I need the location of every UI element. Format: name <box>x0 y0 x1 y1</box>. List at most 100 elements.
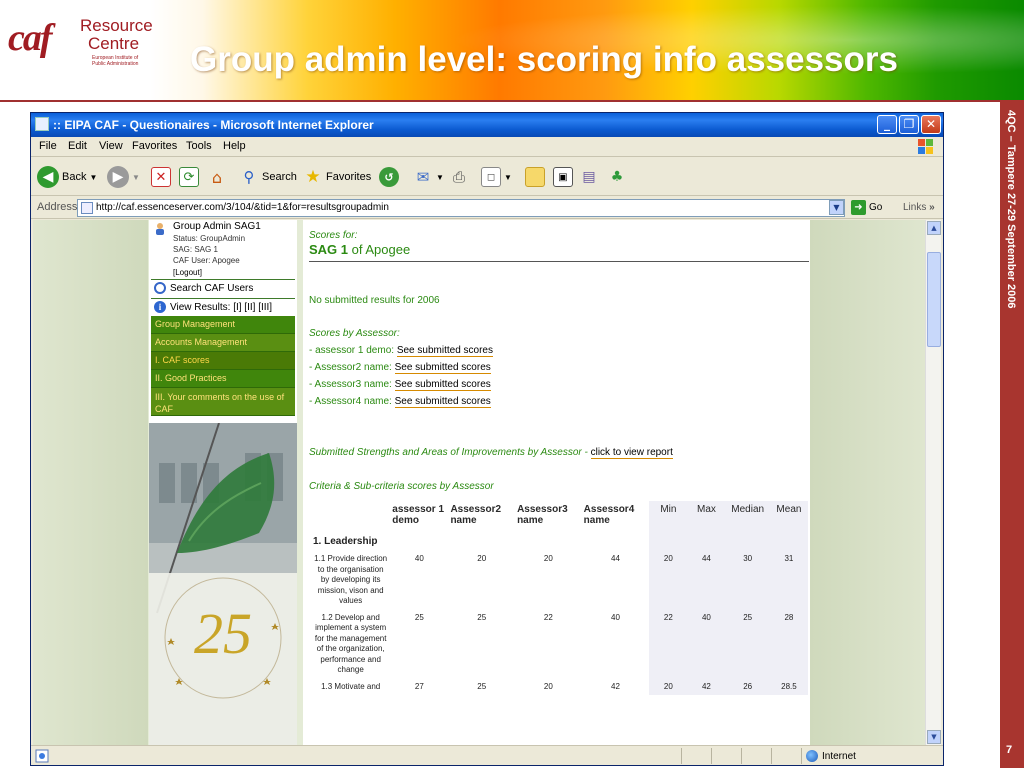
research-button[interactable]: ▣ <box>553 165 573 189</box>
column-header: Min <box>649 501 688 529</box>
page-icon <box>81 202 93 214</box>
menu-tools[interactable]: Tools <box>186 140 212 152</box>
menu-edit[interactable]: Edit <box>68 140 87 152</box>
scroll-up-icon[interactable]: ▲ <box>927 221 941 235</box>
windows-logo-icon <box>918 139 933 154</box>
menu-help[interactable]: Help <box>223 140 246 152</box>
assessor-row: - Assessor2 name: See submitted scores <box>309 362 491 374</box>
menu-comments-caf[interactable]: III. Your comments on the use of CAF <box>151 388 295 416</box>
cell <box>769 529 808 551</box>
slide: caf Resource Centre European Institute o… <box>0 0 1024 768</box>
view-results-links[interactable]: [I] [II] [III] <box>233 302 272 313</box>
edit-button[interactable]: ◻ ▼ <box>481 165 512 189</box>
menu-caf-scores[interactable]: I. CAF scores <box>151 352 295 370</box>
address-dropdown-icon[interactable]: ▼ <box>829 200 844 215</box>
median-cell: 30 <box>725 551 770 610</box>
discuss-icon <box>525 167 545 187</box>
maximize-button[interactable]: ❐ <box>899 115 919 134</box>
status-divider <box>681 748 682 764</box>
vertical-scrollbar[interactable]: ▲ ▼ <box>925 220 941 745</box>
home-icon: ⌂ <box>211 167 223 187</box>
favorites-button[interactable]: ★ Favorites <box>303 165 371 189</box>
go-arrow-icon: ➜ <box>851 200 866 215</box>
window-titlebar[interactable]: :: EIPA CAF - Questionaires - Microsoft … <box>31 113 943 137</box>
slide-title: Group admin level: scoring info assessor… <box>190 40 898 79</box>
standard-toolbar: ◀ Back ▼ ▶ ▼ ✕ ⟳ ⌂ ⚲ Search ★ Favorites … <box>31 158 943 196</box>
table-row: 1.1 Provide direction to the organisatio… <box>311 551 808 610</box>
media-button[interactable]: ▤ <box>579 165 599 189</box>
scroll-down-icon[interactable]: ▼ <box>927 730 941 744</box>
forward-button[interactable]: ▶ ▼ <box>107 165 140 189</box>
back-dropdown-icon[interactable]: ▼ <box>89 173 97 182</box>
history-button[interactable]: ↺ <box>379 165 399 189</box>
print-button[interactable]: ⎙ <box>449 165 469 189</box>
score-cell: 25 <box>477 612 487 622</box>
score-cell: 42 <box>611 681 620 691</box>
mail-dropdown-icon[interactable]: ▼ <box>436 173 444 182</box>
user-caf-user: CAF User: Apogee <box>173 256 240 265</box>
security-zone: Internet <box>806 750 856 762</box>
edit-dropdown-icon[interactable]: ▼ <box>504 173 512 182</box>
minimize-button[interactable]: _ <box>877 115 897 134</box>
assessor-row: - Assessor4 name: See submitted scores <box>309 396 491 408</box>
menu-favorites[interactable]: Favorites <box>132 140 177 152</box>
see-submitted-scores-link[interactable]: See submitted scores <box>396 345 493 357</box>
eipa-anniversary-image: 25 <box>149 423 297 745</box>
back-button[interactable]: ◀ Back ▼ <box>37 165 97 189</box>
header-divider <box>0 100 1000 102</box>
menu-accounts-management[interactable]: Accounts Management <box>151 334 295 352</box>
nav-divider <box>151 279 295 280</box>
strengths-row: Submitted Strengths and Areas of Improve… <box>309 447 673 459</box>
go-label: Go <box>869 202 883 213</box>
score-cell: 44 <box>611 554 620 563</box>
score-cell: 20 <box>477 554 487 563</box>
mail-button[interactable]: ✉ ▼ <box>413 165 444 189</box>
assessor-name: - Assessor4 name: <box>309 396 392 407</box>
stop-button[interactable]: ✕ <box>151 165 171 189</box>
criteria-scores-table: assessor 1 demo Assessor2 name Assessor3… <box>311 501 808 695</box>
search-icon: ⚲ <box>243 168 255 186</box>
no-results-message: No submitted results for 2006 <box>309 295 440 306</box>
logout-link[interactable]: [Logout] <box>173 268 202 277</box>
status-bar: Internet <box>31 745 943 765</box>
magnifier-icon <box>154 282 166 294</box>
go-button[interactable]: ➜ Go <box>851 200 882 215</box>
messenger-button[interactable]: ♣ <box>607 165 627 189</box>
see-submitted-scores-link[interactable]: See submitted scores <box>394 396 491 408</box>
search-caf-users-label: Search CAF Users <box>170 283 254 294</box>
click-to-view-report-link[interactable]: click to view report <box>590 447 673 459</box>
subcriterion-label: 1.2 Develop and implement a system for t… <box>314 612 387 675</box>
menu-view[interactable]: View <box>99 140 123 152</box>
links-button[interactable]: Links » <box>903 202 935 213</box>
home-button[interactable]: ⌂ <box>207 165 227 189</box>
min-cell: 20 <box>649 551 688 610</box>
links-label: Links <box>903 202 927 213</box>
search-caf-users-link[interactable]: Search CAF Users <box>151 281 295 297</box>
see-submitted-scores-link[interactable]: See submitted scores <box>394 362 491 374</box>
forward-dropdown-icon[interactable]: ▼ <box>132 173 140 182</box>
table-row: 1.2 Develop and implement a system for t… <box>311 609 808 679</box>
see-submitted-scores-link[interactable]: See submitted scores <box>394 379 491 391</box>
column-header: Mean <box>769 501 808 529</box>
caf-resource-centre-logo: caf Resource Centre European Institute o… <box>8 12 153 74</box>
menu-file[interactable]: File <box>39 140 57 152</box>
cell <box>582 529 650 551</box>
menu-good-practices[interactable]: II. Good Practices <box>151 370 295 388</box>
column-header: Median <box>725 501 770 529</box>
close-button[interactable]: ✕ <box>921 115 941 134</box>
heading-rule <box>309 261 809 262</box>
search-button[interactable]: ⚲ Search <box>239 165 297 189</box>
scroll-thumb[interactable] <box>927 252 941 347</box>
subcriterion-label: 1.1 Provide direction to the organisatio… <box>314 554 388 605</box>
strengths-label: Submitted Strengths and Areas of Improve… <box>309 447 588 458</box>
assessor-row: - assessor 1 demo: See submitted scores <box>309 345 493 357</box>
menu-group-management[interactable]: Group Management <box>151 316 295 334</box>
discuss-button[interactable] <box>525 165 545 189</box>
refresh-button[interactable]: ⟳ <box>179 165 199 189</box>
status-divider <box>801 748 802 764</box>
anniversary-illustration: 25 <box>149 423 297 745</box>
cell <box>725 529 770 551</box>
scores-by-assessor-label: Scores by Assessor: <box>309 328 400 339</box>
main-panel: Scores for: SAG 1 of Apogee No submitted… <box>303 220 810 745</box>
address-input[interactable]: http://caf.essenceserver.com/3/104/&tid=… <box>77 199 845 217</box>
